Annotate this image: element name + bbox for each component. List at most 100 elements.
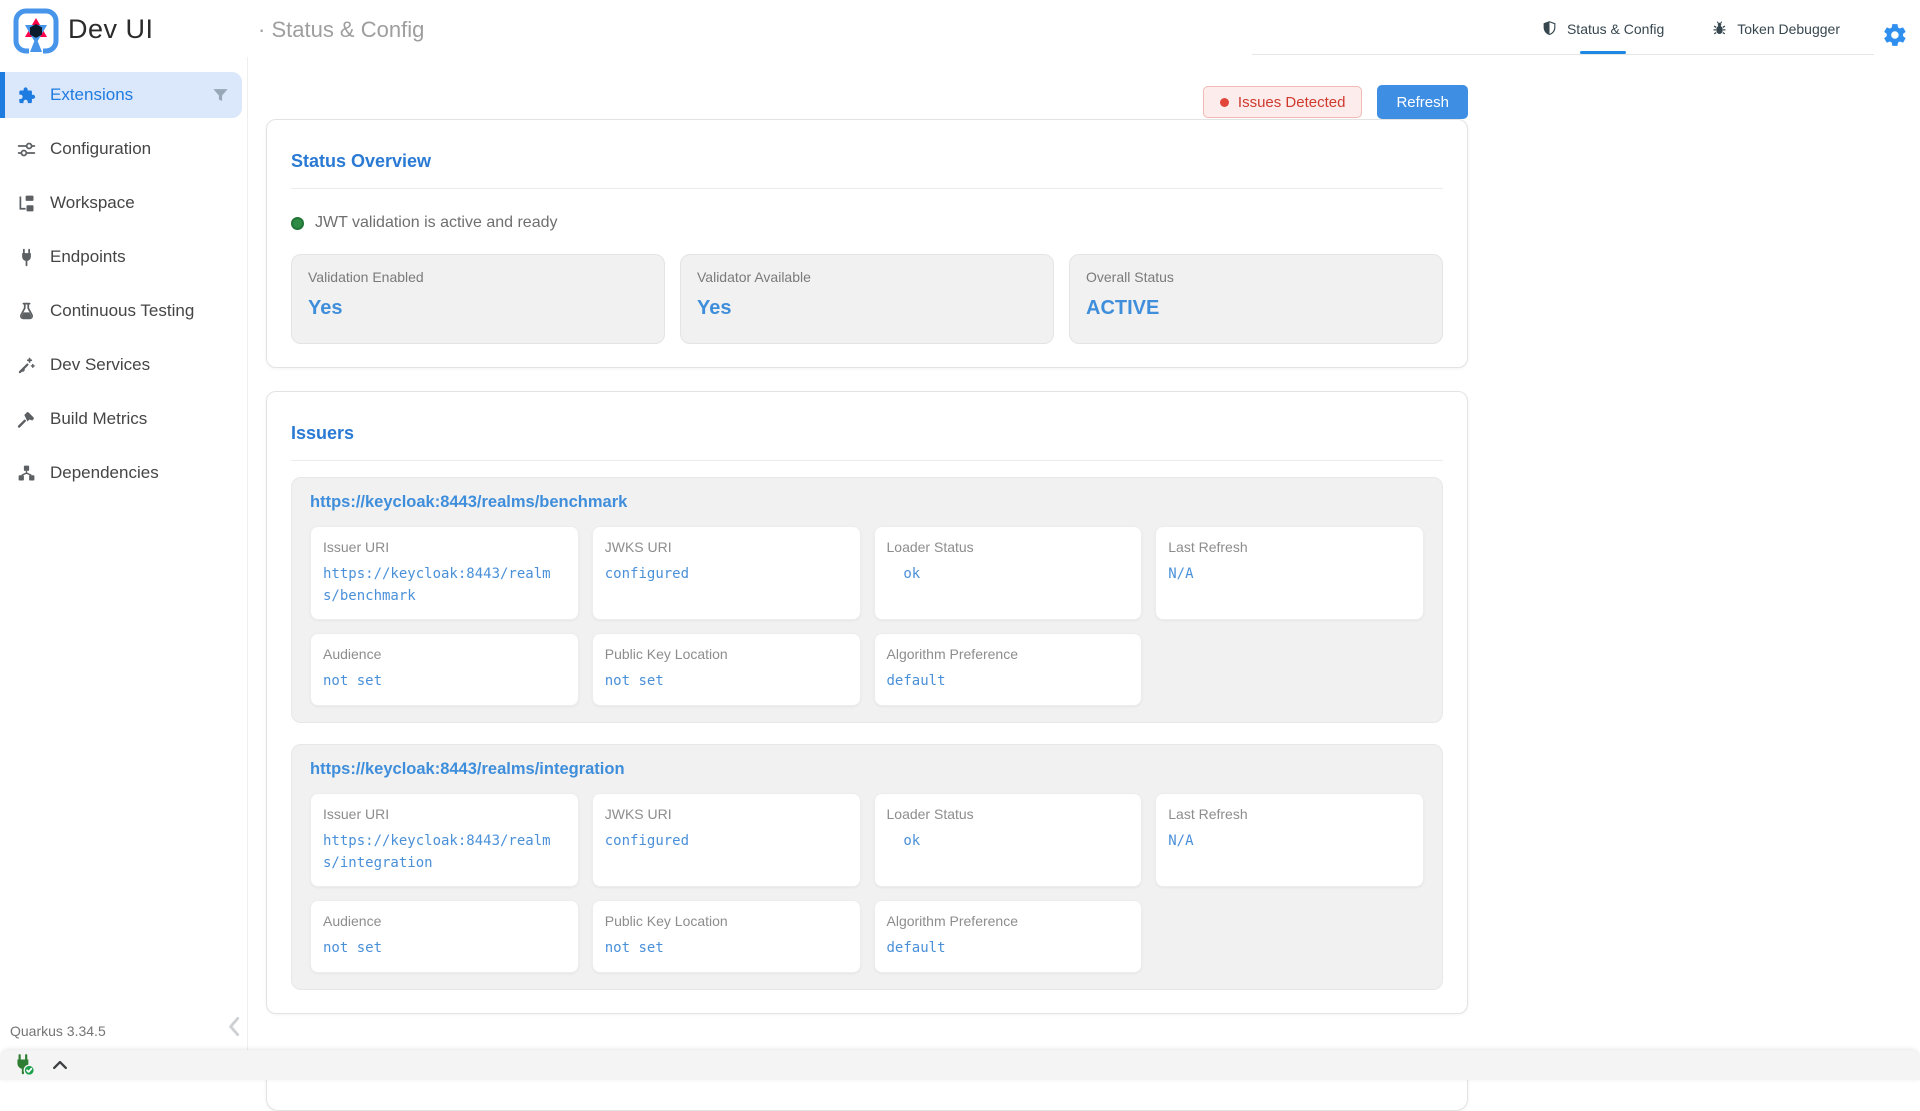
field-value: ok bbox=[887, 564, 1130, 586]
sidebar-item-continuous-testing[interactable]: Continuous Testing bbox=[0, 288, 242, 334]
plug-check-icon[interactable] bbox=[12, 1053, 36, 1077]
sidebar-item-label: Extensions bbox=[50, 85, 133, 105]
green-dot-icon bbox=[291, 217, 304, 230]
field-label: Last Refresh bbox=[1168, 539, 1411, 555]
field-value: configured bbox=[605, 831, 848, 853]
filter-funnel-icon[interactable] bbox=[211, 86, 230, 105]
field-last-refresh: Last Refresh N/A bbox=[1155, 526, 1424, 620]
field-jwks-uri: JWKS URI configured bbox=[592, 793, 861, 887]
sidebar-item-workspace[interactable]: Workspace bbox=[0, 180, 242, 226]
issues-badge-label: Issues Detected bbox=[1238, 94, 1346, 111]
status-overview-heading: Status Overview bbox=[291, 151, 1443, 172]
header-tabs: Status & Config Token Debugger bbox=[1541, 0, 1840, 57]
field-label: Algorithm Preference bbox=[887, 646, 1130, 662]
sidebar-item-dev-services[interactable]: Dev Services bbox=[0, 342, 242, 388]
field-value: configured bbox=[605, 564, 848, 586]
field-value: default bbox=[887, 671, 1130, 693]
field-label: Issuer URI bbox=[323, 539, 566, 555]
status-line: JWT validation is active and ready bbox=[291, 214, 1443, 232]
issuers-heading: Issuers bbox=[291, 423, 1443, 444]
field-label: Algorithm Preference bbox=[887, 913, 1130, 929]
sidebar: Extensions Configuration Workspace bbox=[0, 57, 248, 1050]
issues-detected-badge[interactable]: Issues Detected bbox=[1203, 86, 1363, 118]
field-label: Issuer URI bbox=[323, 806, 566, 822]
sliders-icon bbox=[16, 139, 37, 160]
status-message: JWT validation is active and ready bbox=[315, 214, 557, 232]
quarkus-logo bbox=[12, 7, 60, 55]
field-value: N/A bbox=[1168, 831, 1411, 853]
sidebar-item-extensions[interactable]: Extensions bbox=[0, 72, 242, 118]
field-issuer-uri: Issuer URI https://keycloak:8443/realms/… bbox=[310, 793, 579, 887]
sidebar-item-build-metrics[interactable]: Build Metrics bbox=[0, 396, 242, 442]
status-overview-card: Status Overview JWT validation is active… bbox=[266, 119, 1468, 368]
sidebar-item-endpoints[interactable]: Endpoints bbox=[0, 234, 242, 280]
field-last-refresh: Last Refresh N/A bbox=[1155, 793, 1424, 887]
field-audience: Audience not set bbox=[310, 633, 579, 706]
field-loader-status: Loader Status ok bbox=[874, 793, 1143, 887]
puzzle-icon bbox=[16, 85, 37, 106]
field-value: default bbox=[887, 938, 1130, 960]
chevron-left-icon[interactable] bbox=[222, 1013, 248, 1039]
issuers-card: Issuers https://keycloak:8443/realms/ben… bbox=[266, 391, 1468, 1014]
metric-label: Overall Status bbox=[1086, 269, 1426, 285]
field-label: Audience bbox=[323, 913, 566, 929]
field-loader-status: Loader Status ok bbox=[874, 526, 1143, 620]
field-label: JWKS URI bbox=[605, 539, 848, 555]
metric-validation-enabled: Validation Enabled Yes bbox=[291, 254, 665, 344]
issuer-fields: Issuer URI https://keycloak:8443/realms/… bbox=[310, 793, 1424, 973]
field-audience: Audience not set bbox=[310, 900, 579, 973]
field-public-key-location: Public Key Location not set bbox=[592, 900, 861, 973]
dev-ui-footer-bar[interactable] bbox=[0, 1050, 1920, 1080]
field-value: not set bbox=[323, 938, 566, 960]
field-value: ok bbox=[887, 831, 1130, 853]
tabs-divider bbox=[1252, 54, 1874, 55]
hammer-icon bbox=[16, 409, 37, 430]
folder-tree-icon bbox=[16, 193, 37, 214]
refresh-button[interactable]: Refresh bbox=[1377, 85, 1468, 119]
toolbar: Issues Detected Refresh bbox=[266, 85, 1468, 119]
divider bbox=[291, 460, 1443, 461]
app-name: Dev UI bbox=[68, 14, 154, 45]
issuer-title: https://keycloak:8443/realms/integration bbox=[310, 760, 1424, 779]
main-content: Issues Detected Refresh Status Overview … bbox=[248, 57, 1920, 1080]
sidebar-item-dependencies[interactable]: Dependencies bbox=[0, 450, 242, 496]
sidebar-item-label: Endpoints bbox=[50, 247, 126, 267]
field-label: Loader Status bbox=[887, 806, 1130, 822]
sidebar-item-label: Continuous Testing bbox=[50, 301, 194, 321]
tab-label: Status & Config bbox=[1567, 21, 1664, 37]
page-subtitle: Status & Config bbox=[271, 17, 424, 42]
field-value: not set bbox=[605, 938, 848, 960]
sidebar-item-label: Configuration bbox=[50, 139, 151, 159]
issuer-title: https://keycloak:8443/realms/benchmark bbox=[310, 493, 1424, 512]
tab-token-debugger[interactable]: Token Debugger bbox=[1711, 0, 1840, 57]
divider bbox=[291, 188, 1443, 189]
chevron-up-icon[interactable] bbox=[50, 1055, 70, 1075]
metric-value: Yes bbox=[697, 297, 1037, 320]
field-value: https://keycloak:8443/realms/integration bbox=[323, 831, 566, 874]
plug-icon bbox=[16, 247, 37, 268]
sidebar-item-configuration[interactable]: Configuration bbox=[0, 126, 242, 172]
magic-wand-icon bbox=[16, 355, 37, 376]
page-title: OAuth Sheriff · Status & Config bbox=[258, 17, 424, 43]
issuer-card-integration: https://keycloak:8443/realms/integration… bbox=[291, 744, 1443, 990]
metric-value: ACTIVE bbox=[1086, 297, 1426, 320]
flask-icon bbox=[16, 301, 37, 322]
bug-icon bbox=[1711, 20, 1728, 37]
red-dot-icon bbox=[1220, 98, 1229, 107]
sidebar-item-label: Workspace bbox=[50, 193, 135, 213]
sidebar-item-label: Dependencies bbox=[50, 463, 159, 483]
shield-icon bbox=[1541, 20, 1558, 37]
quarkus-version-label: Quarkus 3.34.5 bbox=[10, 1023, 106, 1039]
issuer-fields: Issuer URI https://keycloak:8443/realms/… bbox=[310, 526, 1424, 706]
field-label: Last Refresh bbox=[1168, 806, 1411, 822]
field-label: JWKS URI bbox=[605, 806, 848, 822]
field-label: Public Key Location bbox=[605, 646, 848, 662]
tab-status-config[interactable]: Status & Config bbox=[1541, 0, 1664, 57]
gear-icon[interactable] bbox=[1882, 22, 1908, 48]
metrics-row: Validation Enabled Yes Validator Availab… bbox=[291, 254, 1443, 344]
field-algorithm-preference: Algorithm Preference default bbox=[874, 633, 1143, 706]
field-label: Audience bbox=[323, 646, 566, 662]
sidebar-item-label: Dev Services bbox=[50, 355, 150, 375]
metric-value: Yes bbox=[308, 297, 648, 320]
field-algorithm-preference: Algorithm Preference default bbox=[874, 900, 1143, 973]
